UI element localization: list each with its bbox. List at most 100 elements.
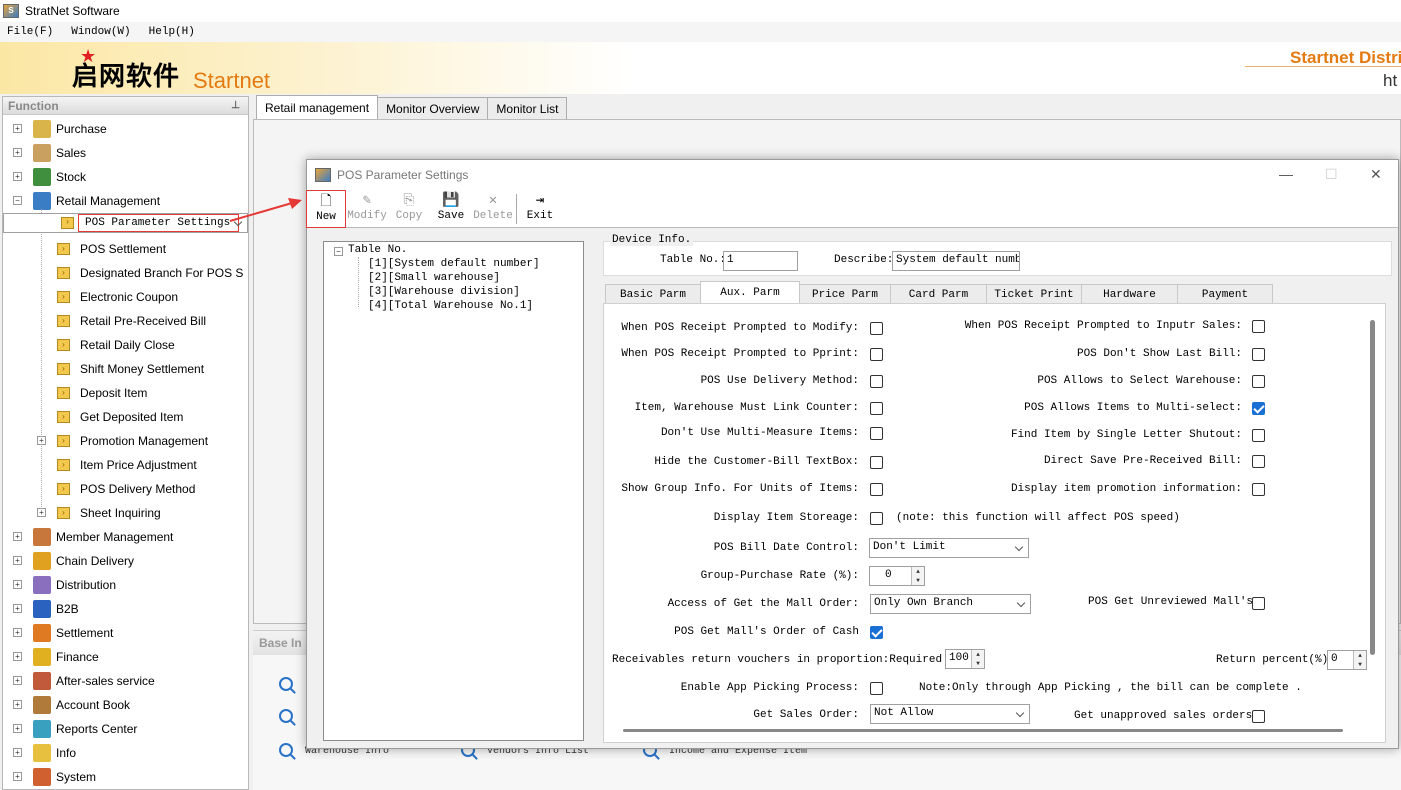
save-button[interactable]: 💾 Save [430,190,472,228]
aux-right-checkbox[interactable] [1252,455,1265,468]
tree-item-4[interactable]: [4][Total Warehouse No.1] [368,300,533,312]
sidebar-subitem[interactable]: › Get Deposited Item [3,405,248,429]
sidebar-item-settlement[interactable]: + Settlement [3,621,248,645]
expand-icon[interactable]: + [13,148,22,157]
expand-icon[interactable]: + [13,124,22,133]
sales-order-select[interactable]: Not Allow [870,704,1030,724]
return-percent-stepper[interactable]: 0 ▲ ▼ [1327,650,1367,670]
tree-item-1[interactable]: [1][System default number] [368,258,540,270]
expand-icon[interactable]: + [37,508,46,517]
pin-icon[interactable]: ⊥ [231,97,240,115]
sidebar-subitem[interactable]: + › Sheet Inquiring [3,501,248,525]
expand-icon[interactable]: + [13,676,22,685]
tab-card-parm[interactable]: Card Parm [890,284,987,304]
group-rate-stepper[interactable]: 0 ▲ ▼ [869,566,925,586]
new-button[interactable]: 🗋 New [306,190,346,228]
expand-icon[interactable]: + [13,652,22,661]
stepper-arrows-icon[interactable]: ▲ ▼ [971,650,984,668]
sidebar-subitem[interactable]: › POS Parameter Settings [3,213,248,233]
sidebar-item-purchase[interactable]: + Purchase [3,117,248,141]
expand-icon[interactable]: + [13,604,22,613]
cash-order-checkbox[interactable] [870,626,883,639]
aux-left-checkbox[interactable] [870,322,883,335]
expand-icon[interactable]: + [13,724,22,733]
minimize-icon[interactable]: — [1279,166,1293,182]
unapproved-checkbox[interactable] [1252,710,1265,723]
horizontal-scrollbar[interactable] [623,729,1343,732]
modify-button[interactable]: ✎ Modify [346,190,388,228]
tab-price-parm[interactable]: Price Parm [799,284,891,304]
aux-left-checkbox[interactable] [870,348,883,361]
close-icon[interactable]: ✕ [1370,166,1382,183]
bill-date-select[interactable]: Don't Limit [869,538,1029,558]
sidebar-item-account-book[interactable]: + Account Book [3,693,248,717]
collapse-icon[interactable]: − [13,196,22,205]
menu-help[interactable]: Help(H) [149,26,195,38]
sidebar-subitem[interactable]: › Deposit Item [3,381,248,405]
aux-left-checkbox[interactable] [870,483,883,496]
mall-order-select[interactable]: Only Own Branch [870,594,1031,614]
maximize-icon[interactable]: ☐ [1325,166,1338,183]
tab-retail-management[interactable]: Retail management [256,95,379,119]
expand-icon[interactable]: + [13,772,22,781]
sidebar-subitem[interactable]: + › Promotion Management [3,429,248,453]
sidebar-subitem[interactable]: › Electronic Coupon [3,285,248,309]
sidebar-item-reports[interactable]: + Reports Center [3,717,248,741]
aux-right-checkbox[interactable] [1252,402,1265,415]
aux-left-checkbox[interactable] [870,456,883,469]
sidebar-item-truck[interactable]: + Chain Delivery [3,549,248,573]
sidebar-item-info-folder[interactable]: + Info [3,741,248,765]
copy-button[interactable]: ⎘ Copy [388,190,430,228]
aux-right-checkbox[interactable] [1252,429,1265,442]
sidebar-subitem[interactable]: › POS Settlement [3,237,248,261]
menu-window[interactable]: Window(W) [71,26,130,38]
tab-aux-parm[interactable]: Aux. Parm [700,281,800,303]
sidebar-subitem[interactable]: › POS Delivery Method [3,477,248,501]
exit-button[interactable]: ⇥ Exit [519,190,561,228]
expand-icon[interactable]: + [13,748,22,757]
sidebar-subitem[interactable]: › Designated Branch For POS S [3,261,248,285]
expand-icon[interactable]: + [13,532,22,541]
tab-monitor-overview[interactable]: Monitor Overview [377,97,489,119]
search-icon[interactable] [279,709,293,723]
sidebar-item-system[interactable]: + System [3,765,248,789]
app-picking-checkbox[interactable] [870,682,883,695]
sidebar-item-retail-cart[interactable]: − Retail Management [3,189,248,213]
table-no-field[interactable]: 1 [723,251,798,271]
sidebar-item-after-sales[interactable]: + After-sales service [3,669,248,693]
aux-right-checkbox[interactable] [1252,483,1265,496]
describe-field[interactable]: System default number [892,251,1020,271]
sidebar-subitem[interactable]: › Retail Daily Close [3,333,248,357]
unreviewed-checkbox[interactable] [1252,597,1265,610]
expand-icon[interactable]: + [13,628,22,637]
sidebar-item-b2b[interactable]: + B2B [3,597,248,621]
aux-left-checkbox[interactable] [870,402,883,415]
search-icon[interactable] [279,677,293,691]
required-amt-stepper[interactable]: 100 ▲ ▼ [945,649,985,669]
expand-icon[interactable]: + [13,556,22,565]
tab-monitor-list[interactable]: Monitor List [487,97,568,119]
tab-payment[interactable]: Payment [1177,284,1273,304]
tab-ticket-print[interactable]: Ticket Print [986,284,1082,304]
tree-root-table-no[interactable]: Table No. [348,244,407,256]
expand-icon[interactable]: + [13,580,22,589]
stepper-arrows-icon[interactable]: ▲ ▼ [911,567,924,585]
sidebar-item-stock[interactable]: + Stock [3,165,248,189]
vertical-scrollbar[interactable] [1370,320,1375,655]
sidebar-item-member[interactable]: + Member Management [3,525,248,549]
expand-icon[interactable]: + [13,172,22,181]
aux-left-checkbox[interactable] [870,375,883,388]
aux-left-checkbox[interactable] [870,427,883,440]
sidebar-item-yen[interactable]: + Finance [3,645,248,669]
sidebar-subitem[interactable]: › Retail Pre-Received Bill [3,309,248,333]
sidebar-subitem[interactable]: › Item Price Adjustment [3,453,248,477]
search-icon[interactable] [279,743,293,757]
expand-icon[interactable]: + [13,700,22,709]
delete-button[interactable]: ✕ Delete [472,190,514,228]
sidebar-item-distribution[interactable]: + Distribution [3,573,248,597]
sidebar-subitem[interactable]: › Shift Money Settlement [3,357,248,381]
stepper-arrows-icon[interactable]: ▲ ▼ [1353,651,1366,669]
tree-item-3[interactable]: [3][Warehouse division] [368,286,520,298]
aux-right-checkbox[interactable] [1252,375,1265,388]
menu-file[interactable]: File(F) [7,26,53,38]
